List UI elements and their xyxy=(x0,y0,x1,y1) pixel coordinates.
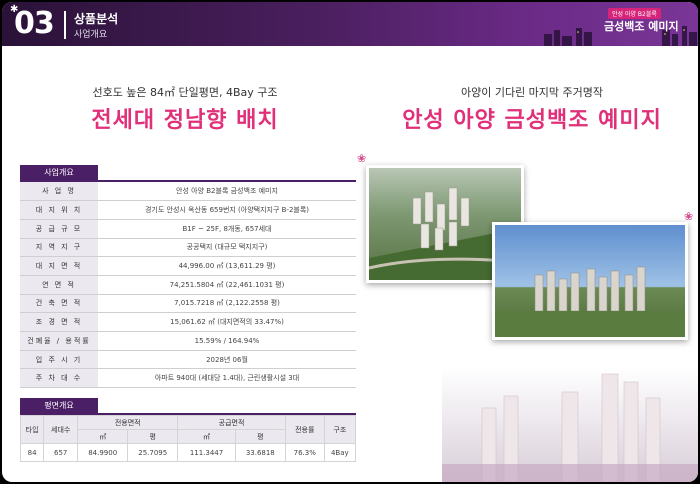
section-number: 03 xyxy=(14,6,55,41)
header-exclusive: 전용면적 xyxy=(77,415,179,430)
header-su-sqm: ㎡ xyxy=(177,429,236,444)
skyline-buildings-illustration xyxy=(495,266,685,337)
row-value: 15,061.62 ㎡ (대지면적의 33.47%) xyxy=(98,312,356,332)
row-value: B1F ~ 25F, 8개동, 657세대 xyxy=(98,219,356,239)
header-supply: 공급면적 xyxy=(177,415,286,430)
overview-tab: 사업개요 xyxy=(20,165,98,180)
header-ex-pyeong: 평 xyxy=(127,429,179,444)
flower-icon: ❀ xyxy=(357,152,367,165)
overview-table: 사 업 명 안성 아양 B2블록 금성백조 예미지 대 지 위 치 경기도 안성시 … xyxy=(20,182,356,389)
left-headline-sub: 선호도 높은 84㎡ 단일평면, 4Bay 구조 xyxy=(92,86,278,99)
table-row: 입 주 시 기 2028년 06월 xyxy=(20,350,356,370)
header-units: 세대수 xyxy=(43,415,79,444)
cell-ex-sqm: 84.9900 xyxy=(77,443,129,462)
table-row: 건폐율 / 용적률 15.59% / 164.94% xyxy=(20,331,356,351)
table-row: 대 지 위 치 경기도 안성시 옥산동 659번지 (아양택지지구 B-2블록) xyxy=(20,200,356,220)
row-value: 안성 아양 B2블록 금성백조 예미지 xyxy=(98,182,356,202)
cell-ratio: 76.3% xyxy=(284,443,325,462)
faded-apartment-photo xyxy=(442,368,698,482)
row-label: 대 지 면 적 xyxy=(20,256,98,276)
cell-structure: 4Bay xyxy=(323,443,357,462)
header-ratio: 전용률 xyxy=(284,415,325,444)
row-label: 공 급 규 모 xyxy=(20,219,98,239)
left-headline-main: 전세대 정남향 배치 xyxy=(91,108,279,133)
row-label: 사 업 명 xyxy=(20,182,98,202)
cell-ex-pyeong: 25.7095 xyxy=(127,443,179,462)
row-label: 건폐율 / 용적률 xyxy=(20,331,98,351)
table-row: 조 경 면 적 15,061.62 ㎡ (대지면적의 33.47%) xyxy=(20,312,356,332)
header-ex-sqm: ㎡ xyxy=(77,429,129,444)
row-label: 조 경 면 적 xyxy=(20,312,98,332)
header-su-pyeong: 평 xyxy=(234,429,286,444)
cell-su-sqm: 111.3447 xyxy=(177,443,236,462)
table-row: 대 지 면 적 44,996.00 ㎡ (13,611.29 평) xyxy=(20,256,356,276)
row-value: 2028년 06월 xyxy=(98,350,356,370)
cell-su-pyeong: 33.6818 xyxy=(234,443,286,462)
slide: ✱ 03 상품분석 사업개요 안성 아양 B2블록 금성백조 예미지 선호도 높… xyxy=(2,2,698,482)
row-label: 건 축 면 적 xyxy=(20,294,98,314)
section-divider xyxy=(64,11,66,39)
row-label: 주 차 대 수 xyxy=(20,368,98,389)
right-headline-main: 안성 아양 금성백조 예미지 xyxy=(402,108,662,133)
row-value: 아파트 940대 (세대당 1.4대), 근린생활시설 3대 xyxy=(98,368,356,389)
row-label: 연 면 적 xyxy=(20,275,98,295)
brand-name: 금성백조 예미지 xyxy=(604,20,679,33)
row-value: 경기도 안성시 옥산동 659번지 (아양택지지구 B-2블록) xyxy=(98,200,356,220)
row-value: 15.59% / 164.94% xyxy=(98,331,356,351)
right-headline-sub: 아양이 기다린 마지막 주거명작 xyxy=(460,86,604,99)
table-row: 공 급 규 모 B1F ~ 25F, 8개동, 657세대 xyxy=(20,219,356,239)
cell-type: 84 xyxy=(19,443,45,462)
table-row: 지 역 지 구 공공택지 (대규모 택지지구) xyxy=(20,238,356,258)
cell-units: 657 xyxy=(43,443,79,462)
section-subtitle: 사업개요 xyxy=(74,30,108,40)
faded-towers-illustration xyxy=(442,373,698,482)
perspective-photo xyxy=(492,222,688,340)
row-value: 74,251.5804 ㎡ (22,461.1031 평) xyxy=(98,275,356,295)
floor-plan-tab: 평면개요 xyxy=(20,398,98,413)
header-bar: ✱ 03 상품분석 사업개요 안성 아양 B2블록 금성백조 예미지 xyxy=(2,2,698,46)
floor-plan-table: 타입 세대수 전용면적 공급면적 전용률 구조 ㎡ 평 ㎡ 평 84 657 8… xyxy=(19,415,357,462)
row-label: 대 지 위 치 xyxy=(20,200,98,220)
table-row: 연 면 적 74,251.5804 ㎡ (22,461.1031 평) xyxy=(20,275,356,295)
table-row: 건 축 면 적 7,015.7218 ㎡ (2,122.2558 평) xyxy=(20,294,356,314)
row-value: 7,015.7218 ㎡ (2,122.2558 평) xyxy=(98,294,356,314)
row-label: 입 주 시 기 xyxy=(20,350,98,370)
section-title: 상품분석 xyxy=(74,12,119,26)
header-type: 타입 xyxy=(19,415,45,444)
row-value: 공공택지 (대규모 택지지구) xyxy=(98,238,356,258)
table-row: 사 업 명 안성 아양 B2블록 금성백조 예미지 xyxy=(20,182,356,202)
table-row: 84 657 84.9900 25.7095 111.3447 33.6818 … xyxy=(19,443,357,462)
table-row: 주 차 대 수 아파트 940대 (세대당 1.4대), 근린생활시설 3대 xyxy=(20,368,356,389)
row-label: 지 역 지 구 xyxy=(20,238,98,258)
row-value: 44,996.00 ㎡ (13,611.29 평) xyxy=(98,256,356,276)
header-structure: 구조 xyxy=(323,415,357,444)
